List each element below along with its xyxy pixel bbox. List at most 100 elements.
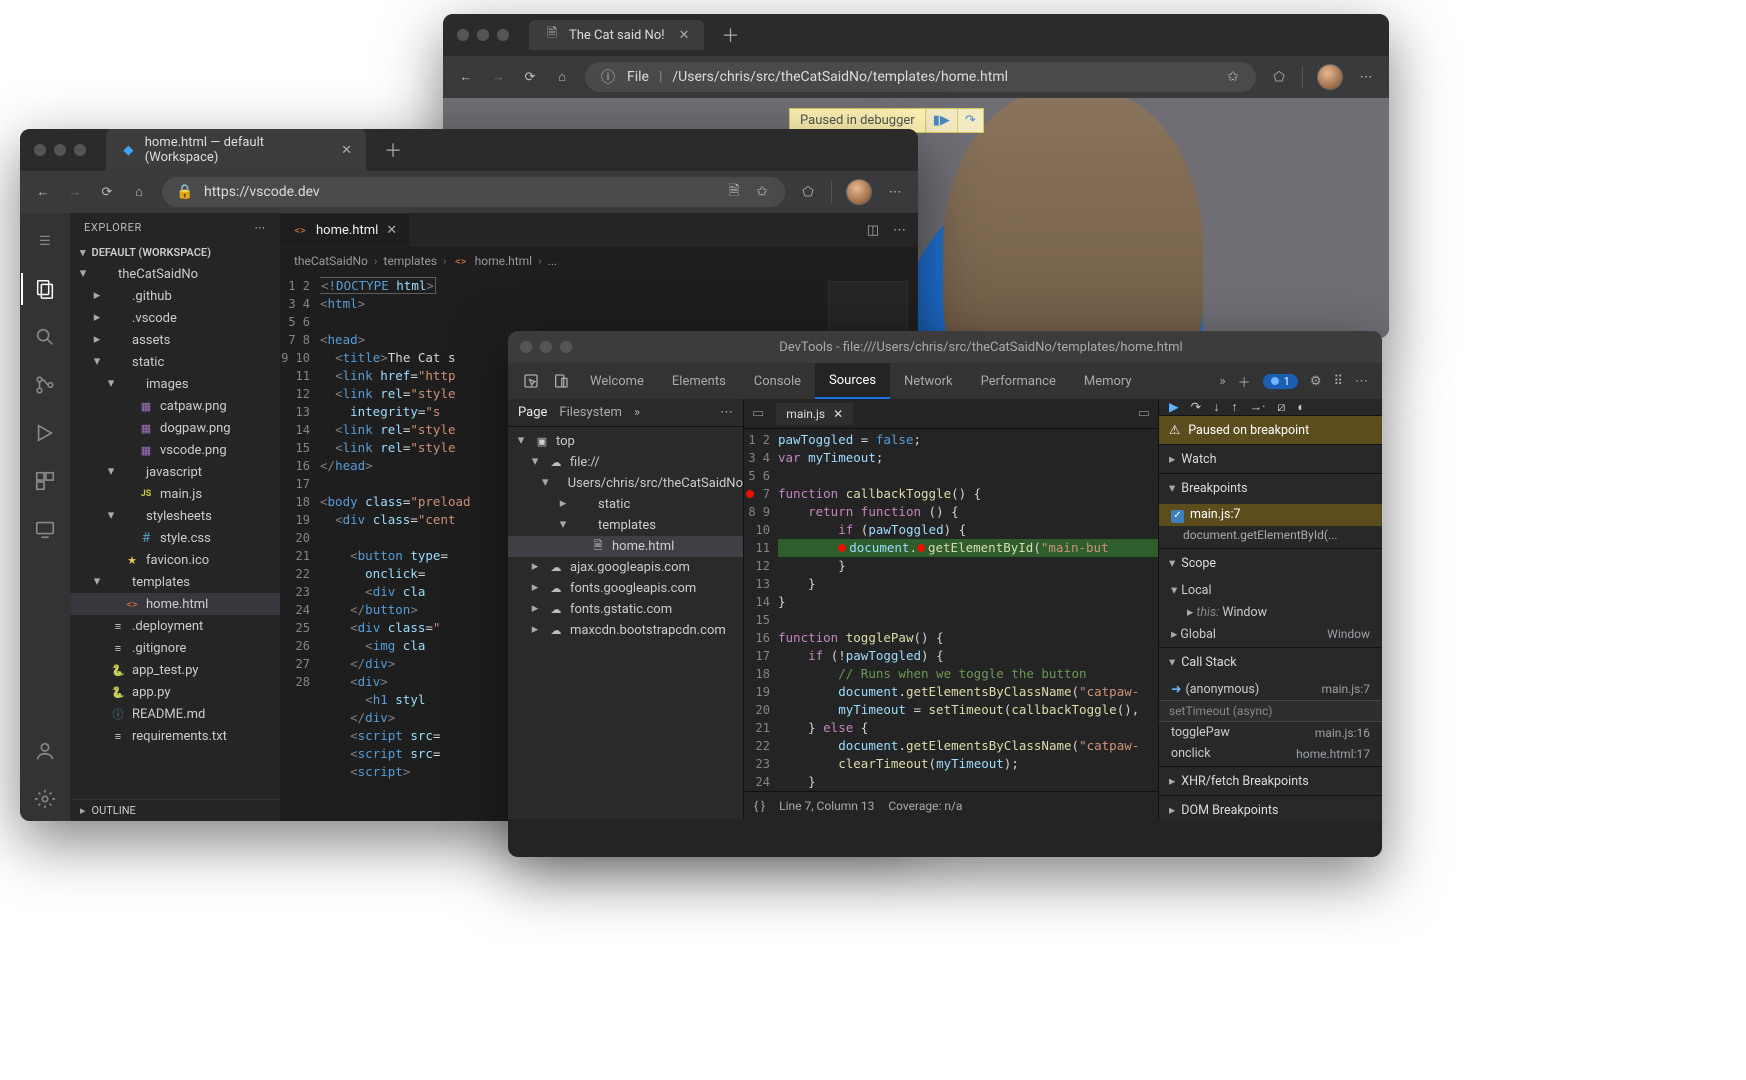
- tab-memory[interactable]: Memory: [1070, 363, 1146, 399]
- tree-item[interactable]: ▦catpaw.png: [70, 395, 280, 417]
- callstack-frame[interactable]: togglePawmain.js:16: [1159, 722, 1382, 743]
- window-controls[interactable]: [34, 144, 86, 156]
- crumb[interactable]: home.html: [475, 254, 532, 268]
- filesystem-tab[interactable]: Filesystem: [559, 405, 622, 420]
- favorite-icon[interactable]: ✩: [753, 183, 771, 201]
- vscode-browser-tab[interactable]: ◆ home.html — default (Workspace) ✕: [106, 129, 366, 171]
- tree-item[interactable]: ▾images: [70, 373, 280, 395]
- tree-item[interactable]: ▦dogpaw.png: [70, 417, 280, 439]
- step-button[interactable]: ↷: [957, 109, 983, 132]
- reload-button[interactable]: ⟳: [521, 68, 539, 86]
- extensions-activity-icon[interactable]: [21, 459, 69, 503]
- deactivate-breakpoints-icon[interactable]: ⧄: [1277, 400, 1285, 415]
- scope-this[interactable]: this: Window: [1159, 601, 1382, 623]
- tree-item[interactable]: JSmain.js: [70, 483, 280, 505]
- forward-button[interactable]: →: [489, 68, 507, 86]
- tab-performance[interactable]: Performance: [967, 363, 1070, 399]
- explorer-icon[interactable]: [21, 267, 69, 311]
- tree-item[interactable]: ▾☁file://: [508, 452, 743, 473]
- breakpoint-item[interactable]: ✓main.js:7: [1159, 504, 1382, 526]
- tree-item[interactable]: ▾stylesheets: [70, 505, 280, 527]
- tree-item[interactable]: <>home.html: [70, 593, 280, 615]
- tree-item[interactable]: ▸☁ajax.googleapis.com: [508, 557, 743, 578]
- pretty-print-icon[interactable]: { }: [754, 799, 765, 813]
- search-icon[interactable]: [21, 315, 69, 359]
- tree-item[interactable]: ▾Users/chris/src/theCatSaidNo: [508, 473, 743, 494]
- step-into-icon[interactable]: ↓: [1213, 400, 1219, 415]
- run-debug-icon[interactable]: [21, 411, 69, 455]
- settings-gear-icon[interactable]: [21, 777, 69, 821]
- more-icon[interactable]: ⋯: [254, 221, 266, 234]
- device-toggle-icon[interactable]: [546, 373, 576, 389]
- tab-network[interactable]: Network: [890, 363, 967, 399]
- tab-console[interactable]: Console: [740, 363, 815, 399]
- customize-icon[interactable]: ⠿: [1333, 374, 1343, 389]
- tree-item[interactable]: ▾javascript: [70, 461, 280, 483]
- tree-item[interactable]: ▾templates: [70, 571, 280, 593]
- tree-item[interactable]: ⓘREADME.md: [70, 703, 280, 725]
- crumb[interactable]: theCatSaidNo: [294, 254, 368, 268]
- new-tab-button[interactable]: ＋: [376, 137, 410, 163]
- menu-icon[interactable]: ⋯: [886, 183, 904, 201]
- tree-item[interactable]: ▸assets: [70, 329, 280, 351]
- more-tabs-icon[interactable]: »: [634, 405, 640, 420]
- home-button[interactable]: ⌂: [553, 68, 571, 86]
- home-button[interactable]: ⌂: [130, 183, 148, 201]
- tree-item[interactable]: ▾theCatSaidNo: [70, 263, 280, 285]
- watch-section-header[interactable]: Watch: [1159, 445, 1382, 473]
- new-tab-button[interactable]: ＋: [714, 22, 748, 48]
- pause-exceptions-icon[interactable]: ◐: [1297, 400, 1305, 415]
- source-editor[interactable]: 1 2 3 4 5 6 7 8 9 10 11 12 13 14 15 16 1…: [744, 429, 1158, 791]
- toggle-navigator-icon[interactable]: ▭: [752, 406, 764, 421]
- tree-item[interactable]: ★favicon.ico: [70, 549, 280, 571]
- tree-item[interactable]: 🐍app_test.py: [70, 659, 280, 681]
- callstack-frame[interactable]: ➜(anonymous)main.js:7: [1159, 678, 1382, 700]
- tab-welcome[interactable]: Welcome: [576, 363, 658, 399]
- issues-badge[interactable]: 1: [1263, 374, 1298, 389]
- split-editor-icon[interactable]: ◫: [867, 223, 879, 238]
- breakpoints-section-header[interactable]: Breakpoints: [1159, 474, 1382, 502]
- resume-icon[interactable]: ▶: [1169, 399, 1179, 415]
- account-icon[interactable]: [21, 729, 69, 773]
- toggle-debugger-icon[interactable]: ▭: [1138, 406, 1150, 421]
- source-file-tab[interactable]: main.js ✕: [776, 403, 853, 425]
- tree-item[interactable]: ▸☁fonts.gstatic.com: [508, 599, 743, 620]
- resume-button[interactable]: ▮▶: [925, 109, 957, 132]
- tree-item[interactable]: #style.css: [70, 527, 280, 549]
- tree-item[interactable]: ▸static: [508, 494, 743, 515]
- tree-item[interactable]: ≡requirements.txt: [70, 725, 280, 747]
- step-out-icon[interactable]: ↑: [1231, 400, 1237, 415]
- scope-local-header[interactable]: Local: [1159, 579, 1382, 601]
- tree-item[interactable]: ▸.github: [70, 285, 280, 307]
- info-icon[interactable]: ⓘ: [599, 68, 617, 86]
- callstack-section-header[interactable]: Call Stack: [1159, 648, 1382, 676]
- window-controls[interactable]: [457, 29, 509, 41]
- close-icon[interactable]: ✕: [833, 407, 843, 421]
- tab-elements[interactable]: Elements: [658, 363, 740, 399]
- extensions-icon[interactable]: ⬠: [1270, 68, 1288, 86]
- more-icon[interactable]: ⋯: [720, 405, 733, 420]
- window-controls[interactable]: [520, 341, 572, 353]
- tree-item[interactable]: ≡.gitignore: [70, 637, 280, 659]
- profile-avatar[interactable]: [846, 179, 872, 205]
- back-button[interactable]: ←: [457, 68, 475, 86]
- page-tree[interactable]: ▾▣top▾☁file://▾Users/chris/src/theCatSai…: [508, 427, 743, 819]
- menu-icon[interactable]: ☰: [21, 219, 69, 263]
- xhr-breakpoints-header[interactable]: XHR/fetch Breakpoints: [1159, 767, 1382, 795]
- settings-gear-icon[interactable]: ⚙: [1310, 374, 1322, 389]
- address-bar[interactable]: ⓘ File | /Users/chris/src/theCatSaidNo/t…: [585, 62, 1256, 92]
- favorite-icon[interactable]: ✩: [1224, 68, 1242, 86]
- page-tab[interactable]: Page: [518, 405, 547, 420]
- tree-item[interactable]: ▦vscode.png: [70, 439, 280, 461]
- inspect-icon[interactable]: [516, 373, 546, 389]
- tree-item[interactable]: ▸☁maxcdn.bootstrapcdn.com: [508, 620, 743, 641]
- browser-tab[interactable]: 🗎 The Cat said No! ✕: [529, 20, 704, 50]
- more-icon[interactable]: ⋯: [893, 223, 906, 238]
- more-tabs-icon[interactable]: »: [1220, 374, 1226, 389]
- scope-global[interactable]: Global Window: [1159, 623, 1382, 645]
- tree-item[interactable]: ≡.deployment: [70, 615, 280, 637]
- address-bar[interactable]: 🔒 https://vscode.dev 🗎 ✩: [162, 177, 785, 207]
- scope-section-header[interactable]: Scope: [1159, 549, 1382, 577]
- source-content[interactable]: pawToggled = false; var myTimeout; funct…: [778, 429, 1158, 791]
- tab-sources[interactable]: Sources: [815, 363, 890, 399]
